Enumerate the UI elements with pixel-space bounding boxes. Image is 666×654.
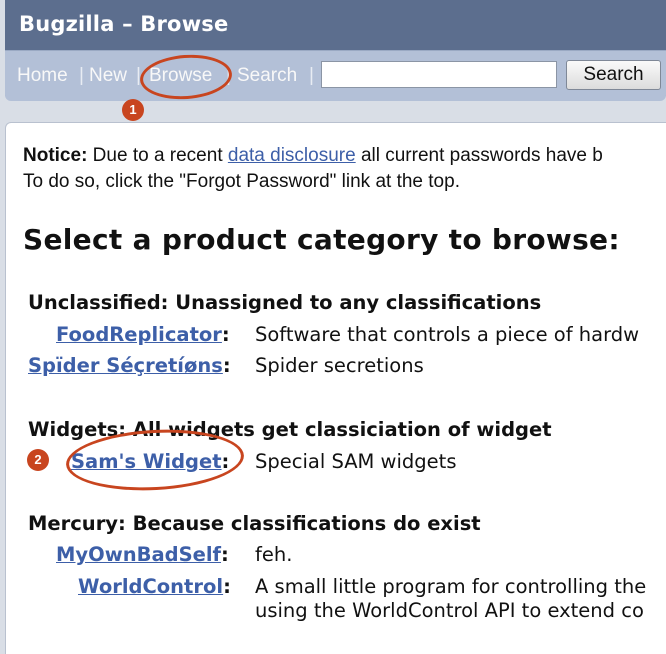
nav-link-home[interactable]: Home (17, 65, 68, 87)
page-title: Bugzilla – Browse (19, 12, 229, 36)
nav-separator: | (309, 65, 314, 86)
nav-link-browse[interactable]: Browse (149, 65, 212, 87)
classification-title: Mercury: Because classifications do exis… (28, 512, 481, 535)
header-bar: Bugzilla – Browse Home | New | Browse | … (5, 0, 666, 101)
nav-separator: | (136, 65, 141, 86)
notice-text: Due to a recent (87, 145, 228, 166)
notice-line-1: Notice: Due to a recent data disclosure … (23, 145, 603, 167)
product-description-continued: using the WorldControl API to extend co (255, 599, 644, 622)
nav-bar: Home | New | Browse | Search | Search (5, 50, 666, 101)
product-description: Software that controls a piece of hardw (255, 323, 640, 346)
callout-badge-2: 2 (27, 449, 49, 471)
search-input[interactable] (321, 61, 557, 88)
classification-title: Widgets: All widgets get classiciation o… (28, 418, 552, 441)
notice-text: all current passwords have b (355, 145, 603, 166)
main-content: Notice: Due to a recent data disclosure … (5, 122, 666, 654)
product-link-myownbadself[interactable]: MyOwnBadSelf: (56, 543, 229, 566)
notice-line-2: To do so, click the "Forgot Password" li… (23, 171, 460, 192)
browse-heading: Select a product category to browse: (23, 223, 620, 256)
product-description: Special SAM widgets (255, 450, 457, 473)
product-description: feh. (255, 543, 293, 566)
product-link-spider-secretions[interactable]: Spïder Séçretíøns: (28, 354, 231, 377)
search-button[interactable]: Search (566, 60, 661, 90)
notice-label: Notice: (23, 145, 88, 166)
product-link-sams-widget[interactable]: Sam's Widget: (71, 450, 229, 473)
callout-badge-1: 1 (122, 99, 144, 121)
nav-separator: | (79, 65, 84, 86)
nav-separator: | (226, 65, 231, 86)
nav-link-search[interactable]: Search (237, 65, 297, 87)
product-description: Spider secretions (255, 354, 424, 377)
product-description: A small little program for controlling t… (255, 575, 647, 598)
data-disclosure-link[interactable]: data disclosure (228, 145, 356, 166)
product-link-foodreplicator[interactable]: FoodReplicator: (56, 323, 230, 346)
product-link-worldcontrol[interactable]: WorldControl: (78, 575, 231, 598)
classification-title: Unclassified: Unassigned to any classifi… (28, 291, 542, 314)
nav-link-new[interactable]: New (89, 65, 127, 87)
